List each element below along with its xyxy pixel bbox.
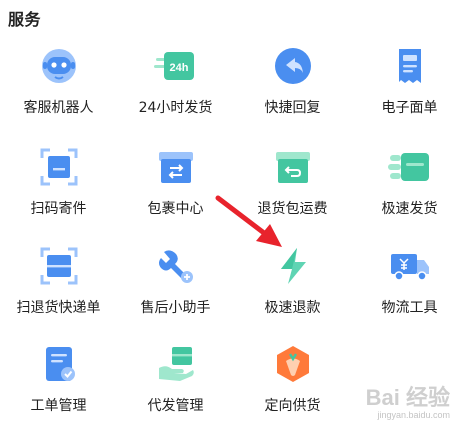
service-item-logistics[interactable]: 物流工具 bbox=[351, 236, 468, 332]
service-item-label: 极速退款 bbox=[264, 300, 321, 316]
service-item-directed-supply[interactable]: 定向供货 bbox=[234, 334, 351, 430]
service-item-dropship[interactable]: 代发管理 bbox=[117, 334, 234, 430]
service-item-label: 退货包运费 bbox=[257, 201, 328, 217]
service-item-parcel-center[interactable]: 包裹中心 bbox=[117, 137, 234, 233]
service-item-aftersale-helper[interactable]: 售后小助手 bbox=[117, 236, 234, 332]
fast-shipping-icon bbox=[387, 145, 432, 189]
watermark: Bai 经验 jingyan.baidu.com bbox=[366, 380, 450, 420]
service-item-fast-shipping[interactable]: 极速发货 bbox=[351, 137, 468, 233]
service-item-scan-return[interactable]: 扫退货快递单 bbox=[0, 236, 117, 332]
watermark-logo: Bai 经验 bbox=[365, 385, 450, 410]
service-item-label: 客服机器人 bbox=[23, 100, 94, 116]
work-order-icon bbox=[37, 342, 81, 386]
24h-shipping-icon: 24h bbox=[153, 44, 198, 88]
service-item-label: 快捷回复 bbox=[264, 100, 321, 116]
directed-supply-icon bbox=[271, 342, 315, 386]
service-item-label: 工单管理 bbox=[30, 398, 87, 414]
return-shipping-icon bbox=[271, 145, 315, 189]
service-item-label: 扫退货快递单 bbox=[16, 300, 101, 316]
24h-badge-text: 24h bbox=[169, 62, 188, 74]
service-item-label: 售后小助手 bbox=[140, 300, 211, 316]
watermark-url: jingyan.baidu.com bbox=[377, 410, 450, 420]
service-item-label: 电子面单 bbox=[381, 100, 438, 116]
dropship-icon bbox=[154, 342, 198, 386]
fast-refund-icon bbox=[271, 244, 315, 288]
scan-send-icon bbox=[37, 145, 81, 189]
service-item-label: 24小时发货 bbox=[138, 100, 213, 116]
service-item-label: 代发管理 bbox=[147, 398, 204, 414]
service-item-scan-send[interactable]: 扫码寄件 bbox=[0, 137, 117, 233]
service-item-label: 物流工具 bbox=[381, 300, 438, 316]
service-item-label: 极速发货 bbox=[381, 201, 438, 217]
quick-reply-icon bbox=[271, 44, 315, 88]
scan-return-icon bbox=[37, 244, 81, 288]
service-item-fast-refund[interactable]: 极速退款 bbox=[234, 236, 351, 332]
parcel-center-icon bbox=[154, 145, 198, 189]
service-item-quick-reply[interactable]: 快捷回复 bbox=[234, 36, 351, 132]
robot-icon bbox=[37, 44, 81, 88]
section-title: 服务 bbox=[8, 10, 42, 29]
service-item-label: 包裹中心 bbox=[147, 201, 204, 217]
service-item-24h[interactable]: 24h 24小时发货 bbox=[117, 36, 234, 132]
e-waybill-icon bbox=[388, 44, 432, 88]
aftersale-helper-icon bbox=[154, 244, 198, 288]
service-item-work-order[interactable]: 工单管理 bbox=[0, 334, 117, 430]
service-item-label: 定向供货 bbox=[264, 398, 321, 414]
service-item-robot[interactable]: 客服机器人 bbox=[0, 36, 117, 132]
service-item-return-shipping[interactable]: 退货包运费 bbox=[234, 137, 351, 233]
logistics-truck-icon bbox=[388, 244, 432, 288]
service-item-label: 扫码寄件 bbox=[30, 201, 87, 217]
service-grid: 客服机器人 24h 24小时发货 快捷回复 电子面单 扫码寄件 包裹中心 退货包… bbox=[0, 36, 468, 428]
service-item-e-waybill[interactable]: 电子面单 bbox=[351, 36, 468, 132]
